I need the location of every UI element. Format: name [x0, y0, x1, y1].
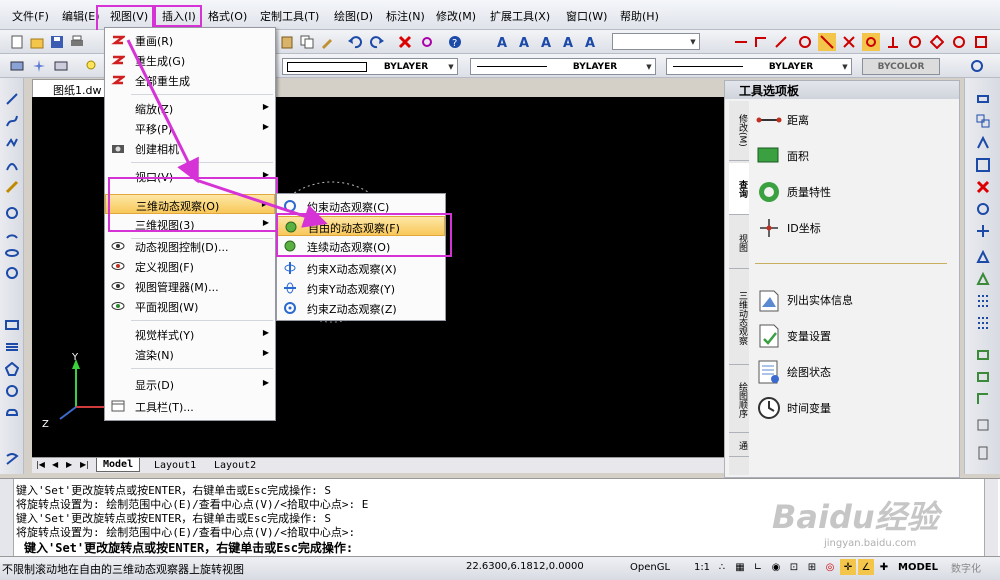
tab-prev-icon[interactable]: ◀ — [52, 460, 58, 469]
command-history-line: 将旋转点设置为: 绘制范围中心(E)/查看中心点(V)/<拾取中心点>: — [16, 526, 356, 539]
command-prompt[interactable]: 键入'Set'更改旋转点或按ENTER，右键单击或Esc完成操作: — [24, 539, 353, 556]
arrow-to-free-orbit — [195, 178, 328, 228]
status-icon — [755, 358, 783, 386]
arrow-to-3d-orbit — [126, 39, 199, 184]
palette-item-setvar[interactable]: 变量设置 — [755, 321, 831, 351]
layout-tab-layout1[interactable]: Layout1 — [148, 459, 202, 472]
palette-divider — [755, 263, 947, 264]
status-tpy-icon[interactable]: ✚ — [876, 559, 892, 575]
baidu-watermark-url: jingyan.baidu.com — [824, 538, 917, 549]
palette-item-time[interactable]: 时间变量 — [755, 393, 831, 423]
tool-palette-tabs: 修改(M) 查询 视图 三维动态观察 绘图顺序 通 — [729, 101, 749, 475]
palette-tab-3d-orbit[interactable]: 三维动态观察 — [729, 271, 749, 365]
status-otrack-icon[interactable]: ⊞ — [804, 559, 820, 575]
status-grid-icon[interactable]: ▦ — [732, 559, 748, 575]
palette-item-distance[interactable]: 距离 — [755, 105, 809, 135]
tab-next-icon[interactable]: ▶ — [66, 460, 72, 469]
tab-last-icon[interactable]: ▶| — [80, 460, 89, 469]
palette-item-status[interactable]: 绘图状态 — [755, 357, 831, 387]
palette-tab-modify[interactable]: 修改(M) — [729, 101, 749, 161]
status-dyn-icon[interactable]: ✛ — [840, 559, 856, 575]
status-message: 不限制滚动地在自由的三维动态观察器上旋转视图 — [2, 563, 244, 576]
baidu-watermark: Baidu经验 — [772, 498, 939, 536]
status-opengl[interactable]: OpenGL — [628, 559, 672, 575]
command-scrollbar[interactable] — [984, 479, 998, 557]
id-point-icon — [755, 214, 783, 242]
tool-palette: 工具选项板 修改(M) 查询 视图 三维动态观察 绘图顺序 通 距离 面积 质量… — [724, 80, 960, 478]
status-model[interactable]: MODEL — [896, 559, 940, 575]
palette-item-id-point[interactable]: ID坐标 — [755, 213, 821, 243]
status-ducs-icon[interactable]: ◎ — [822, 559, 838, 575]
layout-tab-model[interactable]: Model — [96, 458, 141, 472]
status-bar: 不限制滚动地在自由的三维动态观察器上旋转视图 22.6300,6.1812,0.… — [0, 556, 1000, 580]
status-snap-icon[interactable]: ∴ — [714, 559, 730, 575]
status-scale[interactable]: 1:1 — [692, 559, 712, 575]
status-polar-icon[interactable]: ◉ — [768, 559, 784, 575]
time-icon — [755, 394, 783, 422]
distance-icon — [755, 106, 783, 134]
setvar-icon — [755, 322, 783, 350]
status-digitizer[interactable]: 数字化 — [944, 559, 988, 575]
palette-item-mass-properties[interactable]: 质量特性 — [755, 177, 831, 207]
palette-item-area[interactable]: 面积 — [755, 141, 809, 171]
command-window-handle[interactable] — [0, 479, 14, 557]
status-lwt-icon[interactable]: ∠ — [858, 559, 874, 575]
list-info-icon — [755, 286, 783, 314]
mass-properties-icon — [755, 178, 783, 206]
status-coordinates: 22.6300,6.1812,0.0000 — [466, 561, 584, 572]
tab-first-icon[interactable]: |◀ — [36, 460, 45, 469]
status-osnap-icon[interactable]: ⊡ — [786, 559, 802, 575]
layout-tab-bar: |◀ ◀ ▶ ▶| Model Layout1 Layout2 — [32, 457, 724, 473]
status-ortho-icon[interactable]: ∟ — [750, 559, 766, 575]
palette-item-list[interactable]: 列出实体信息 — [755, 285, 853, 315]
palette-tab-view[interactable]: 视图 — [729, 217, 749, 269]
area-icon — [755, 142, 783, 170]
tool-palette-title: 工具选项板 — [725, 81, 959, 99]
palette-tab-draw-order[interactable]: 绘图顺序 — [729, 367, 749, 433]
palette-tab-more[interactable]: 通 — [729, 435, 749, 457]
palette-tab-inquiry[interactable]: 查询 — [729, 163, 749, 215]
layout-tab-layout2[interactable]: Layout2 — [208, 459, 262, 472]
